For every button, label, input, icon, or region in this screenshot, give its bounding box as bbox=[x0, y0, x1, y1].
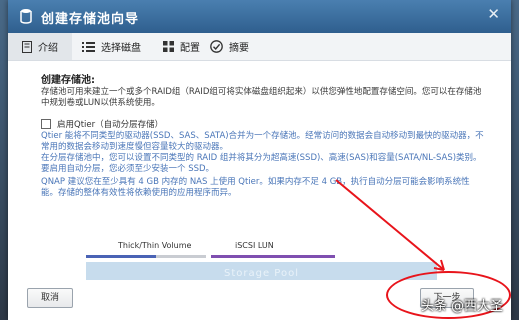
watermark-text: 头条 @西大圣 bbox=[420, 299, 503, 314]
